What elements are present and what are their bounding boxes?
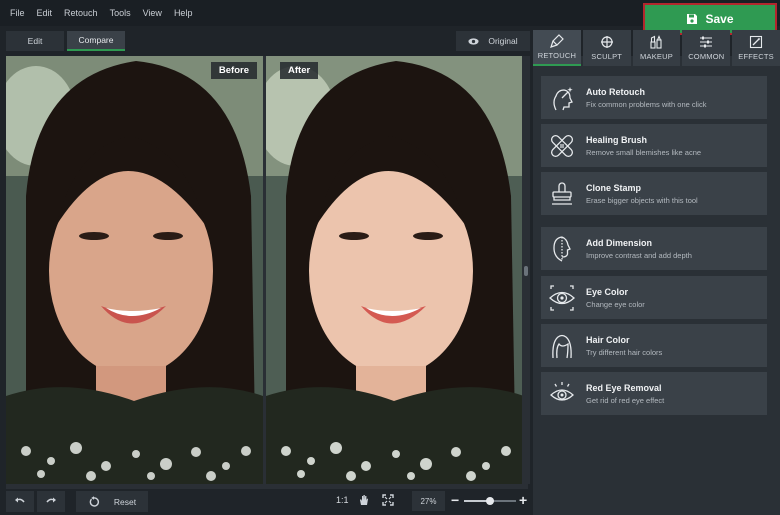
tab-common[interactable]: COMMON [682, 30, 731, 66]
tool-description: Try different hair colors [586, 347, 663, 357]
tool-description: Erase bigger objects with this tool [586, 195, 698, 205]
vertical-scrollbar[interactable] [522, 56, 530, 484]
eye-icon [468, 37, 479, 45]
after-photo: After [266, 56, 524, 484]
tool-description: Remove small blemishes like acne [586, 147, 702, 157]
tool-title: Add Dimension [586, 237, 653, 248]
tool-add-dimension[interactable]: Add Dimension Improve contrast and add d… [541, 227, 767, 270]
reset-button[interactable]: Reset [76, 491, 148, 512]
before-label: Before [210, 62, 257, 79]
magic-wand-icon [750, 35, 763, 49]
tab-makeup[interactable]: MAKEUP [632, 30, 681, 66]
tool-hair-color[interactable]: Hair Color Try different hair colors [541, 324, 767, 367]
before-photo: Before [6, 56, 263, 484]
hand-pan-icon[interactable] [358, 494, 370, 506]
tool-title: Hair Color [586, 334, 630, 345]
after-label: After [280, 62, 319, 79]
tab-sculpt[interactable]: SCULPT [582, 30, 631, 66]
tab-label: COMMON [688, 52, 725, 61]
save-button[interactable]: Save [645, 5, 775, 33]
tool-healing-brush[interactable]: Healing Brush Remove small blemishes lik… [541, 124, 767, 167]
vertical-scroll-thumb[interactable] [524, 266, 528, 276]
view-toolbar: Edit Compare Original [0, 26, 533, 56]
tool-title: Red Eye Removal [586, 382, 662, 393]
stamp-icon [552, 181, 572, 205]
sliders-icon [700, 36, 713, 48]
tab-label: MAKEUP [640, 52, 673, 61]
tool-title: Eye Color [586, 286, 629, 297]
actual-size-button[interactable]: 1:1 [336, 495, 349, 505]
tool-description: Change eye color [586, 299, 645, 309]
undo-icon [15, 497, 25, 502]
category-tabs: RETOUCH SCULPT MAKEUP COMMON EFFECTS [533, 30, 780, 66]
original-button[interactable]: Original [456, 31, 530, 51]
tool-eye-color[interactable]: Eye Color Change eye color [541, 276, 767, 319]
red-eye-icon [550, 381, 574, 401]
tool-title: Healing Brush [586, 134, 648, 145]
menu-edit[interactable]: Edit [31, 0, 59, 26]
menu-file[interactable]: File [4, 0, 31, 26]
lipstick-icon [650, 35, 663, 49]
tool-auto-retouch[interactable]: Auto Retouch Fix common problems with on… [541, 76, 767, 119]
tab-label: SCULPT [591, 52, 623, 61]
fit-screen-icon[interactable] [382, 494, 394, 506]
bandage-icon [550, 134, 574, 157]
hair-icon [552, 334, 572, 358]
save-label: Save [705, 12, 734, 26]
tool-title: Auto Retouch [586, 86, 645, 97]
undo-button[interactable] [6, 491, 34, 512]
menu-retouch[interactable]: Retouch [58, 0, 104, 26]
zoom-slider[interactable] [464, 497, 516, 505]
reset-icon [89, 495, 99, 507]
brush-icon [549, 34, 564, 48]
auto-retouch-icon [553, 86, 573, 110]
redo-button[interactable] [37, 491, 65, 512]
eye-color-icon [549, 284, 575, 311]
photo-canvas[interactable]: Before After [6, 56, 528, 484]
zoom-slider-handle[interactable] [486, 497, 494, 505]
tab-label: EFFECTS [738, 52, 774, 61]
floppy-disk-icon [687, 14, 698, 24]
tool-description: Get rid of red eye effect [586, 395, 665, 405]
tab-effects[interactable]: EFFECTS [732, 30, 780, 66]
tab-label: RETOUCH [537, 51, 577, 60]
tool-clone-stamp[interactable]: Clone Stamp Erase bigger objects with th… [541, 172, 767, 215]
bottom-bar: Reset 1:1 27% − + [0, 489, 533, 515]
zoom-out-button[interactable]: − [451, 492, 459, 508]
tool-description: Fix common problems with one click [586, 99, 707, 109]
menu-tools[interactable]: Tools [104, 0, 137, 26]
tool-red-eye-removal[interactable]: Red Eye Removal Get rid of red eye effec… [541, 372, 767, 415]
tool-title: Clone Stamp [586, 182, 642, 193]
face-profile-icon [553, 235, 571, 262]
menu-help[interactable]: Help [168, 0, 199, 26]
redo-icon [46, 497, 56, 502]
tool-description: Improve contrast and add depth [586, 250, 692, 260]
compare-view-button[interactable]: Compare [67, 31, 125, 51]
zoom-in-button[interactable]: + [519, 492, 527, 508]
menu-view[interactable]: View [137, 0, 168, 26]
reset-label: Reset [113, 496, 137, 507]
tab-retouch[interactable]: RETOUCH [533, 30, 581, 66]
zoom-percentage[interactable]: 27% [412, 491, 445, 511]
original-label: Original [488, 36, 518, 46]
crosshair-icon [600, 36, 613, 48]
edit-view-button[interactable]: Edit [6, 31, 64, 51]
